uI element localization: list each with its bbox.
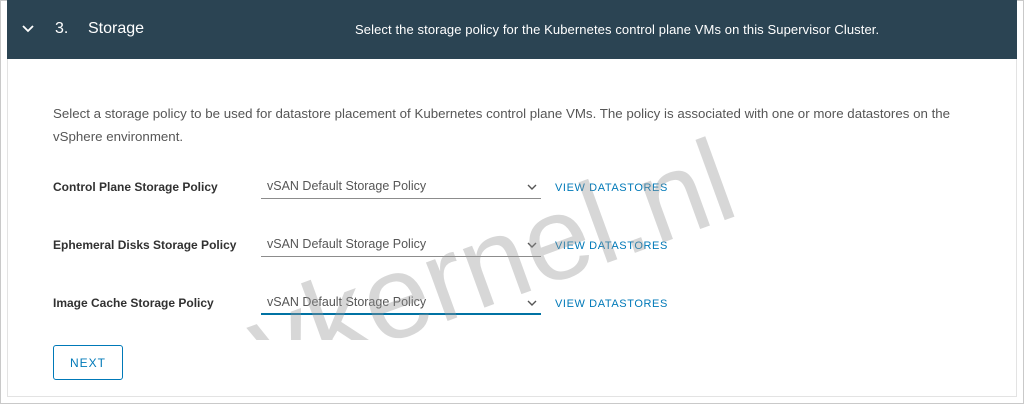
step-title: Storage: [88, 20, 145, 37]
next-button[interactable]: NEXT: [53, 345, 123, 380]
caret-down-icon: [527, 300, 537, 306]
ephemeral-disks-policy-select[interactable]: vSAN Default Storage Policy: [261, 235, 541, 257]
step-header[interactable]: 3. Storage Select the storage policy for…: [7, 0, 1017, 59]
image-cache-policy-label: Image Cache Storage Policy: [53, 296, 214, 310]
image-cache-policy-select[interactable]: vSAN Default Storage Policy: [261, 293, 541, 315]
control-plane-policy-label: Control Plane Storage Policy: [53, 180, 218, 194]
step-description: Select the storage policy for the Kubern…: [355, 22, 880, 37]
select-value: vSAN Default Storage Policy: [267, 237, 427, 251]
caret-down-icon: [527, 184, 537, 190]
intro-text: Select a storage policy to be used for d…: [53, 106, 951, 144]
ephemeral-disks-policy-label: Ephemeral Disks Storage Policy: [53, 238, 237, 252]
select-value: vSAN Default Storage Policy: [267, 295, 427, 309]
caret-down-icon: [527, 242, 537, 248]
view-datastores-link-ephemeral[interactable]: VIEW DATASTORES: [555, 240, 668, 252]
chevron-down-icon[interactable]: [21, 22, 35, 36]
select-value: vSAN Default Storage Policy: [267, 179, 427, 193]
view-datastores-link-image-cache[interactable]: VIEW DATASTORES: [555, 298, 668, 310]
step-number: 3.: [55, 20, 69, 37]
control-plane-policy-select[interactable]: vSAN Default Storage Policy: [261, 177, 541, 199]
view-datastores-link-control-plane[interactable]: VIEW DATASTORES: [555, 182, 668, 194]
